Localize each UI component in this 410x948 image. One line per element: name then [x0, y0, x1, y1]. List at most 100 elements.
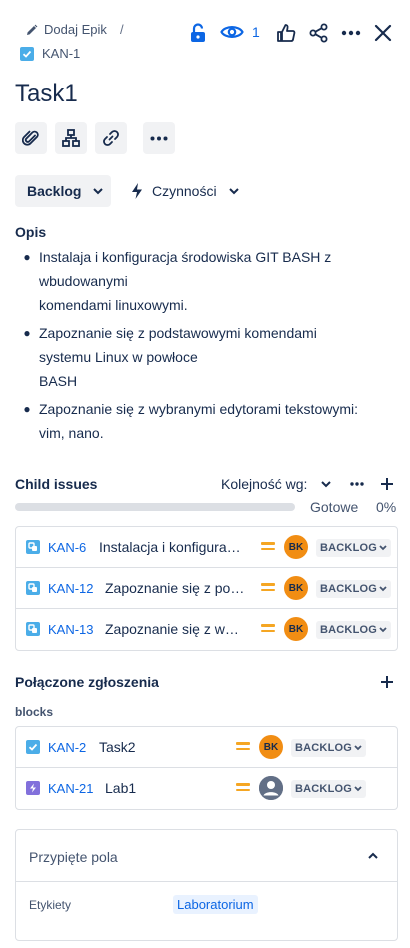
- status-badge[interactable]: BACKLOG: [316, 621, 392, 639]
- actions-label: Czynności: [152, 183, 217, 199]
- issue-key-link[interactable]: KAN-2: [48, 740, 86, 755]
- pencil-icon: [26, 24, 38, 36]
- actions-dropdown[interactable]: Czynności: [130, 175, 239, 207]
- add-epic-link[interactable]: Dodaj Epik: [26, 22, 107, 37]
- list-item: ● Zapoznanie się z wybranymi edytorami t…: [23, 401, 359, 441]
- description-line: BASH: [39, 373, 78, 389]
- status-label: BACKLOG: [320, 624, 378, 636]
- subtask-icon: [26, 540, 40, 554]
- sort-dropdown[interactable]: Kolejność wg:: [221, 476, 332, 492]
- priority-medium-icon: [261, 542, 275, 550]
- description-line: komendami linuxowymi.: [39, 297, 188, 313]
- issue-key-link[interactable]: KAN-1: [20, 46, 80, 61]
- lightning-icon: [130, 182, 144, 200]
- chevron-up-icon: [368, 852, 378, 859]
- issue-summary[interactable]: Task2: [99, 739, 219, 755]
- more-icon[interactable]: [340, 22, 362, 44]
- progress-label: Gotowe: [310, 499, 359, 515]
- description-body[interactable]: ● Instalaja i konfiguracja środowiska GI…: [15, 245, 365, 449]
- status-badge[interactable]: BACKLOG: [316, 539, 392, 557]
- chevron-down-icon: [321, 480, 332, 488]
- table-row[interactable]: KAN-6 Instalacja i konfiguracja środowis…: [16, 527, 397, 568]
- link-relation-label: blocks: [15, 705, 54, 719]
- progress-percent: 0%: [376, 499, 397, 515]
- issue-key-link[interactable]: KAN-13: [48, 622, 94, 637]
- link-issue-button[interactable]: [95, 122, 127, 154]
- link-icon: [102, 129, 120, 147]
- description-line: Zapoznanie się z wybranymi edytorami tek…: [39, 401, 359, 441]
- status-label: BACKLOG: [320, 583, 378, 595]
- lightning-icon: [26, 781, 40, 795]
- table-row[interactable]: KAN-21 Lab1 BACKLOG: [16, 768, 397, 809]
- checkbox-icon: [26, 740, 40, 754]
- child-more-icon[interactable]: [348, 476, 366, 492]
- thumbs-up-icon[interactable]: [275, 22, 297, 44]
- plus-icon[interactable]: [378, 673, 396, 691]
- chevron-down-icon: [93, 187, 104, 195]
- description-heading: Opis: [15, 224, 47, 240]
- subtask-icon: [26, 622, 40, 636]
- unlock-icon[interactable]: [188, 22, 208, 44]
- issue-key-link[interactable]: KAN-6: [48, 540, 86, 555]
- close-icon[interactable]: [372, 22, 394, 44]
- pinned-fields-header[interactable]: Przypięte pola: [16, 830, 397, 882]
- subtask-icon: [26, 581, 40, 595]
- checkbox-icon: [20, 46, 34, 61]
- issue-summary[interactable]: Zapoznanie się z wybranymi edytorami: [105, 621, 245, 637]
- share-icon[interactable]: [308, 22, 330, 44]
- issue-summary[interactable]: Instalacja i konfiguracja środowiska GIT…: [99, 539, 245, 555]
- user-icon[interactable]: [259, 776, 283, 800]
- watch-button[interactable]: 1: [220, 22, 260, 42]
- avatar[interactable]: BK: [284, 576, 308, 600]
- pinned-fields-heading: Przypięte pola: [29, 849, 118, 865]
- issue-summary[interactable]: Zapoznanie się z podstawowymi komendami: [105, 580, 245, 596]
- issue-key-link[interactable]: KAN-12: [48, 581, 94, 596]
- description-line: Zapoznanie się z podstawowymi komendami …: [39, 325, 317, 365]
- child-issues-list: KAN-6 Instalacja i konfiguracja środowis…: [15, 526, 398, 651]
- status-badge[interactable]: BACKLOG: [291, 739, 367, 757]
- label-chip[interactable]: Laboratorium: [173, 895, 258, 914]
- status-badge[interactable]: BACKLOG: [316, 580, 392, 598]
- priority-medium-icon: [236, 783, 250, 791]
- list-item: ● Zapoznanie się z podstawowymi komendam…: [23, 325, 317, 389]
- table-row[interactable]: KAN-13 Zapoznanie się z wybranymi edytor…: [16, 609, 397, 650]
- issue-key-link[interactable]: KAN-21: [48, 781, 94, 796]
- add-epic-label: Dodaj Epik: [44, 22, 107, 37]
- eye-icon: [220, 22, 244, 42]
- progress-bar: [15, 503, 295, 511]
- status-badge[interactable]: BACKLOG: [291, 780, 367, 798]
- more-actions-button[interactable]: [143, 122, 175, 154]
- table-row[interactable]: KAN-12 Zapoznanie się z podstawowymi kom…: [16, 568, 397, 609]
- priority-medium-icon: [261, 583, 275, 591]
- table-row[interactable]: KAN-2 Task2 BK BACKLOG: [16, 727, 397, 768]
- list-item: ● Instalaja i konfiguracja środowiska GI…: [23, 249, 332, 313]
- labels-field-label: Etykiety: [29, 898, 72, 912]
- status-label: BACKLOG: [320, 542, 378, 554]
- priority-medium-icon: [261, 624, 275, 632]
- avatar[interactable]: BK: [259, 735, 283, 759]
- priority-medium-icon: [236, 742, 250, 750]
- linked-issues-heading: Połączone zgłoszenia: [15, 674, 159, 690]
- sort-label: Kolejność wg:: [221, 476, 308, 492]
- description-line: Instalaja i konfiguracja środowiska GIT …: [39, 249, 332, 289]
- hierarchy-icon: [62, 129, 80, 147]
- status-label: Backlog: [27, 183, 82, 199]
- more-icon: [150, 136, 168, 141]
- add-child-button[interactable]: [55, 122, 87, 154]
- issue-title[interactable]: Task1: [15, 80, 78, 108]
- plus-icon[interactable]: [378, 475, 396, 493]
- attach-button[interactable]: [15, 122, 47, 154]
- attachment-icon: [22, 129, 40, 147]
- avatar[interactable]: BK: [284, 617, 308, 641]
- child-issues-heading: Child issues: [15, 476, 98, 492]
- status-label: BACKLOG: [295, 783, 353, 795]
- watchers-count: 1: [252, 24, 260, 40]
- avatar[interactable]: BK: [284, 535, 308, 559]
- issue-summary[interactable]: Lab1: [105, 780, 225, 796]
- status-label: BACKLOG: [295, 742, 353, 754]
- chevron-down-icon: [228, 187, 239, 195]
- linked-issues-list: KAN-2 Task2 BK BACKLOG KAN-21 Lab1 BACKL…: [15, 726, 398, 810]
- breadcrumb-separator: /: [120, 22, 124, 37]
- pinned-fields-panel: Przypięte pola Etykiety Laboratorium: [15, 829, 398, 941]
- status-dropdown[interactable]: Backlog: [15, 175, 111, 207]
